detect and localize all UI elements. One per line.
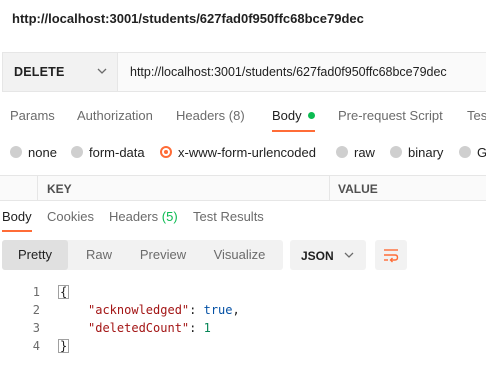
view-pretty-button[interactable]: Pretty <box>2 240 68 270</box>
key-value-table-header: KEY VALUE <box>0 175 486 201</box>
line-number: 4 <box>32 339 40 353</box>
line-number: 2 <box>32 303 40 317</box>
code-line: "deletedCount": 1 <box>88 321 211 335</box>
radio-circle <box>10 146 22 158</box>
wrap-lines-button[interactable] <box>375 240 407 270</box>
radio-graphql-label: G <box>477 145 486 160</box>
radio-binary[interactable]: binary <box>390 145 443 160</box>
close-brace: } <box>58 339 70 353</box>
code-line: } <box>58 339 70 353</box>
radio-circle <box>336 146 348 158</box>
line-number: 1 <box>32 285 40 299</box>
code-line: { <box>58 285 70 299</box>
tab-body[interactable]: Body <box>272 108 315 132</box>
url-input[interactable]: http://localhost:3001/students/627fad0f9… <box>130 65 447 79</box>
view-preview-button[interactable]: Preview <box>130 240 196 270</box>
response-body-editor[interactable]: 1 { 2 "acknowledged": true, 3 "deletedCo… <box>0 280 486 370</box>
request-title-bar: http://localhost:3001/students/627fad0f9… <box>0 0 486 40</box>
open-brace: { <box>58 285 70 299</box>
radio-circle <box>459 146 471 158</box>
wrap-lines-icon <box>384 249 399 263</box>
radio-none-label: none <box>28 145 57 160</box>
radio-form-data-label: form-data <box>89 145 145 160</box>
tab-params[interactable]: Params <box>10 108 55 123</box>
key-column-header: KEY <box>47 182 72 196</box>
radio-none[interactable]: none <box>10 145 57 160</box>
radio-raw[interactable]: raw <box>336 145 375 160</box>
tab-headers[interactable]: Headers (8) <box>176 108 245 123</box>
radio-graphql[interactable]: G <box>459 145 486 160</box>
radio-raw-label: raw <box>354 145 375 160</box>
request-bar: DELETE http://localhost:3001/students/62… <box>2 52 486 92</box>
tab-headers-count: (8) <box>228 108 245 123</box>
json-value: 1 <box>203 321 211 335</box>
tab-tests[interactable]: Tes <box>467 108 486 123</box>
chevron-down-icon <box>344 252 354 258</box>
radio-circle-selected <box>160 146 172 158</box>
body-mode-group: none form-data x-www-form-urlencoded raw… <box>0 140 486 166</box>
tab-authorization[interactable]: Authorization <box>77 108 153 123</box>
radio-x-www-form-urlencoded[interactable]: x-www-form-urlencoded <box>160 145 316 160</box>
response-tab-test-results[interactable]: Test Results <box>193 209 264 224</box>
radio-form-data[interactable]: form-data <box>71 145 145 160</box>
method-label: DELETE <box>14 65 65 79</box>
json-key: "deletedCount" <box>88 321 190 335</box>
chevron-down-icon <box>97 68 107 74</box>
tab-headers-label: Headers <box>176 108 226 123</box>
value-column-header: VALUE <box>338 182 378 196</box>
body-indicator-dot <box>307 112 315 119</box>
line-number: 3 <box>32 321 40 335</box>
tab-pre-request-script[interactable]: Pre-request Script <box>338 108 443 123</box>
radio-circle <box>390 146 402 158</box>
response-tab-cookies[interactable]: Cookies <box>47 209 94 224</box>
json-key: "acknowledged" <box>88 303 190 317</box>
response-tab-body[interactable]: Body <box>2 209 32 232</box>
response-tab-headers-label: Headers <box>109 209 159 224</box>
response-tab-headers[interactable]: Headers (5) <box>109 209 178 224</box>
response-tabs: Body Cookies Headers (5) Test Results <box>0 202 486 232</box>
radio-binary-label: binary <box>408 145 444 160</box>
radio-urlencoded-label: x-www-form-urlencoded <box>178 145 316 160</box>
request-tabs: Params Authorization Headers (8) Body Pr… <box>0 100 486 132</box>
code-line: "acknowledged": true, <box>88 303 240 317</box>
column-divider[interactable] <box>329 176 330 200</box>
view-visualize-button[interactable]: Visualize <box>196 240 283 270</box>
json-value: true <box>203 303 233 317</box>
view-raw-button[interactable]: Raw <box>68 240 130 270</box>
radio-circle <box>71 146 83 158</box>
method-select[interactable]: DELETE <box>3 53 118 91</box>
view-mode-group: Pretty Raw Preview Visualize <box>2 240 283 270</box>
response-tab-headers-count: (5) <box>161 209 178 224</box>
format-label: JSON <box>301 249 334 263</box>
checkbox-column <box>0 176 38 200</box>
tab-body-label: Body <box>272 108 302 123</box>
format-select[interactable]: JSON <box>290 240 366 270</box>
request-title: http://localhost:3001/students/627fad0f9… <box>12 11 364 26</box>
